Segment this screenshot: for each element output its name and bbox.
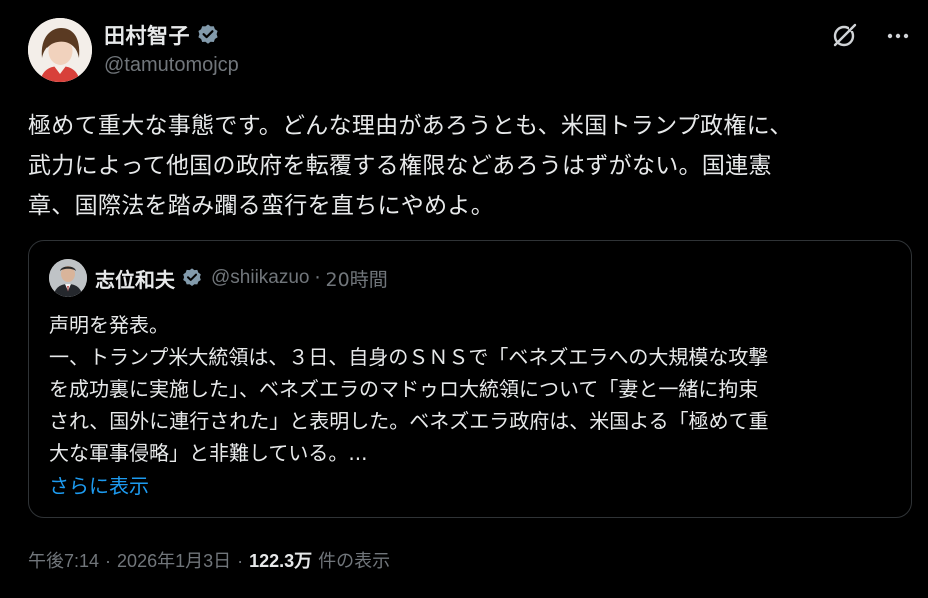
post-text: 極めて重大な事態です。どんな理由があろうとも、米国トランプ政権に、 武力によって… [28, 113, 793, 219]
author-handle[interactable]: @tamutomojcp [104, 54, 239, 77]
author-display-name[interactable]: 田村智子 [104, 20, 190, 50]
verified-badge-icon[interactable] [196, 23, 220, 47]
views-count[interactable]: 122.3万 [249, 547, 312, 573]
footer-separator: · [237, 551, 244, 571]
more-icon[interactable] [882, 20, 914, 52]
footer-separator: · [105, 551, 112, 571]
quoted-handle[interactable]: @shiikazuo [211, 267, 310, 289]
post-footer-meta: 午後7:14 · 2026年1月3日 · 122.3万 件の表示 [28, 547, 390, 573]
post-article: 田村智子 @tamutomojcp 極めて重大な事態です。どんな理由があろうとも… [0, 0, 928, 598]
quoted-avatar-image [49, 259, 87, 297]
quoted-verified-badge-icon[interactable] [181, 267, 203, 289]
quoted-author-avatar[interactable] [49, 259, 87, 297]
post-date[interactable]: 2026年1月3日 [117, 547, 231, 573]
post-time[interactable]: 午後7:14 [28, 547, 99, 573]
quoted-display-name[interactable]: 志位和夫 [95, 264, 175, 293]
post-actions-top [828, 20, 914, 52]
quoted-post-card[interactable]: 志位和夫 @shiikazuo · 20時間 声明を発表。 一、トランプ米大統領… [28, 240, 912, 518]
quoted-header: 志位和夫 @shiikazuo · 20時間 [95, 263, 388, 293]
author-header: 田村智子 @tamutomojcp [104, 20, 239, 77]
quoted-separator: · [314, 267, 321, 289]
show-more-link[interactable]: さらに表示 [49, 470, 149, 499]
quoted-text: 声明を発表。 一、トランプ米大統領は、３日、自身のＳＮＳで「ベネズエラへの大規模… [49, 313, 769, 465]
author-avatar-image [28, 18, 92, 82]
author-avatar[interactable] [28, 18, 92, 82]
author-name-row: 田村智子 [104, 20, 239, 50]
quoted-timestamp[interactable]: 20時間 [326, 265, 388, 292]
views-label: 件の表示 [318, 551, 391, 571]
grok-icon[interactable] [828, 20, 860, 52]
